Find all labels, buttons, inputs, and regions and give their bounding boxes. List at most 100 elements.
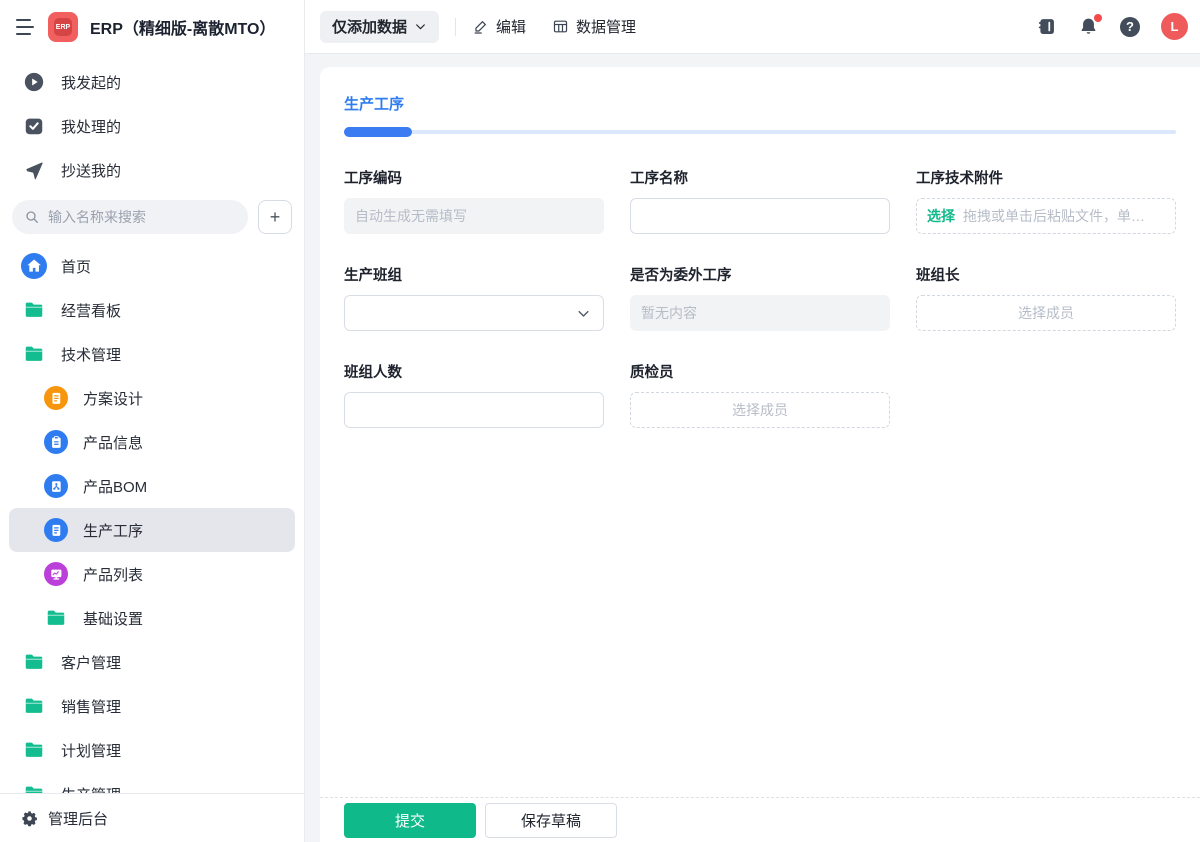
member-picker-placeholder: 选择成员: [732, 402, 788, 418]
sidebar-item-initiated[interactable]: 我发起的: [9, 60, 295, 104]
sidebar-body: 我发起的 我处理的 抄送我的 +: [0, 54, 304, 793]
sidebar-item-production-mgmt[interactable]: 生产管理: [9, 772, 295, 793]
notification-bell-icon[interactable]: [1078, 14, 1102, 37]
doc-icon: [44, 518, 68, 542]
sidebar-item-label: 销售管理: [61, 698, 122, 716]
upload-hint: 拖拽或单击后粘贴文件，单…: [963, 208, 1145, 224]
data-manage-label: 数据管理: [576, 19, 637, 36]
form-footer: 提交 保存草稿: [320, 797, 1200, 842]
field-tech-attachment: 工序技术附件 选择 拖拽或单击后粘贴文件，单…: [916, 167, 1176, 234]
form-progress-bar: [344, 127, 1176, 137]
field-label: 班组长: [916, 268, 960, 284]
save-draft-button[interactable]: 保存草稿: [485, 802, 617, 838]
production-team-select[interactable]: [344, 295, 604, 331]
admin-backend-label: 管理后台: [48, 810, 109, 828]
edit-label: 编辑: [496, 19, 527, 36]
folder-icon: [21, 739, 47, 761]
progress-track: [344, 130, 1176, 134]
sidebar-item-label: 计划管理: [61, 742, 122, 760]
sidebar-item-customer-mgmt[interactable]: 客户管理: [9, 640, 295, 684]
tab-production-process[interactable]: 生产工序: [344, 93, 404, 114]
field-label: 工序技术附件: [916, 171, 1003, 187]
search-box[interactable]: [12, 200, 248, 234]
field-outsourced: 是否为委外工序: [630, 264, 890, 331]
sidebar-item-cc[interactable]: 抄送我的: [9, 148, 295, 192]
sidebar-item-product-list[interactable]: 产品列表: [9, 552, 295, 596]
sidebar-item-basic-settings[interactable]: 基础设置: [9, 596, 295, 640]
folder-icon: [21, 783, 47, 793]
table-icon: [553, 20, 568, 33]
field-headcount: 班组人数: [344, 361, 604, 428]
sidebar-item-production-process[interactable]: 生产工序: [9, 508, 295, 552]
form-card: 生产工序 工序编码 工序名称: [320, 67, 1200, 842]
add-app-button[interactable]: +: [258, 200, 292, 234]
gear-icon: [22, 810, 37, 826]
clipboard-icon: [44, 430, 68, 454]
add-data-mode-button[interactable]: 仅添加数据: [320, 10, 440, 43]
submit-button[interactable]: 提交: [344, 802, 476, 838]
doc-icon: [44, 386, 68, 410]
sidebar-item-label: 生产工序: [83, 522, 144, 540]
play-circle-icon: [21, 71, 47, 93]
inspector-member-picker[interactable]: 选择成员: [630, 392, 890, 428]
sidebar-item-product-bom[interactable]: 产品BOM: [9, 464, 295, 508]
collapse-sidebar-icon[interactable]: [16, 19, 36, 35]
edit-button[interactable]: 编辑: [472, 16, 526, 37]
sidebar-search-row: +: [12, 200, 292, 234]
field-label: 工序编码: [344, 171, 402, 187]
bom-icon: [44, 474, 68, 498]
app-window: ERP ERP（精细版-离散MTO） 我发起的 我处理的 抄送我的 输入名称来搜…: [0, 0, 1200, 842]
team-leader-member-picker[interactable]: 选择成员: [916, 295, 1176, 331]
pencil-icon: [474, 21, 486, 34]
user-avatar[interactable]: L: [1161, 13, 1188, 40]
attachment-upload-box[interactable]: 选择 拖拽或单击后粘贴文件，单…: [916, 198, 1176, 234]
sidebar-item-label: 基础设置: [83, 610, 144, 628]
folder-icon: [21, 299, 47, 321]
task-box-icon: [21, 115, 47, 137]
process-name-input[interactable]: [630, 198, 890, 234]
sidebar-item-product-info[interactable]: 产品信息: [9, 420, 295, 464]
field-label: 质检员: [630, 365, 674, 381]
sidebar-item-plan-mgmt[interactable]: 计划管理: [9, 728, 295, 772]
chevron-down-icon: [578, 310, 589, 317]
field-label: 是否为委外工序: [630, 268, 732, 284]
sidebar-item-tech-mgmt[interactable]: 技术管理: [9, 332, 295, 376]
sidebar-item-processed[interactable]: 我处理的: [9, 104, 295, 148]
admin-backend-link[interactable]: 管理后台: [0, 793, 304, 842]
sidebar-item-scheme-design[interactable]: 方案设计: [9, 376, 295, 420]
sidebar-item-label: 技术管理: [61, 346, 122, 364]
folder-icon: [43, 607, 69, 629]
app-title: ERP（精细版-离散MTO）: [90, 21, 276, 38]
sidebar-item-label: 抄送我的: [61, 162, 122, 180]
chevron-down-icon: [416, 24, 425, 30]
headcount-input[interactable]: [344, 392, 604, 428]
field-inspector: 质检员 选择成员: [630, 361, 890, 428]
toolbar-divider: [455, 17, 457, 36]
field-process-name: 工序名称: [630, 167, 890, 234]
data-manage-button[interactable]: 数据管理: [552, 16, 636, 37]
sidebar-item-sales-mgmt[interactable]: 销售管理: [9, 684, 295, 728]
sidebar-item-dashboard[interactable]: 经营看板: [9, 288, 295, 332]
journal-icon[interactable]: [1036, 16, 1057, 37]
add-data-mode-label: 仅添加数据: [332, 19, 408, 36]
member-picker-placeholder: 选择成员: [1018, 305, 1074, 321]
main-area: 仅添加数据 编辑 数据管理 ? L 生产工序 工序编码 自动生成无需填写 工序名…: [305, 0, 1200, 842]
upload-select-link[interactable]: 选择: [927, 206, 955, 226]
send-icon: [21, 159, 47, 181]
sidebar-item-label: 首页: [61, 258, 92, 276]
sidebar-item-label: 客户管理: [61, 654, 122, 672]
outsourced-input: [630, 295, 890, 331]
sidebar-item-label: 方案设计: [83, 390, 144, 408]
monitor-icon: [44, 562, 68, 586]
sidebar-item-home[interactable]: 首页: [9, 244, 295, 288]
form-area: 生产工序 工序编码 工序名称: [320, 67, 1200, 797]
process-code-input: [344, 198, 604, 234]
field-process-code: 工序编码: [344, 167, 604, 234]
search-input[interactable]: [48, 209, 236, 225]
folder-icon: [21, 695, 47, 717]
sidebar-item-label: 我处理的: [61, 118, 122, 136]
topbar: 仅添加数据 编辑 数据管理 ? L: [305, 0, 1200, 54]
sidebar-item-label: 我发起的: [61, 74, 122, 92]
help-icon[interactable]: [1120, 16, 1140, 37]
folder-icon: [21, 651, 47, 673]
